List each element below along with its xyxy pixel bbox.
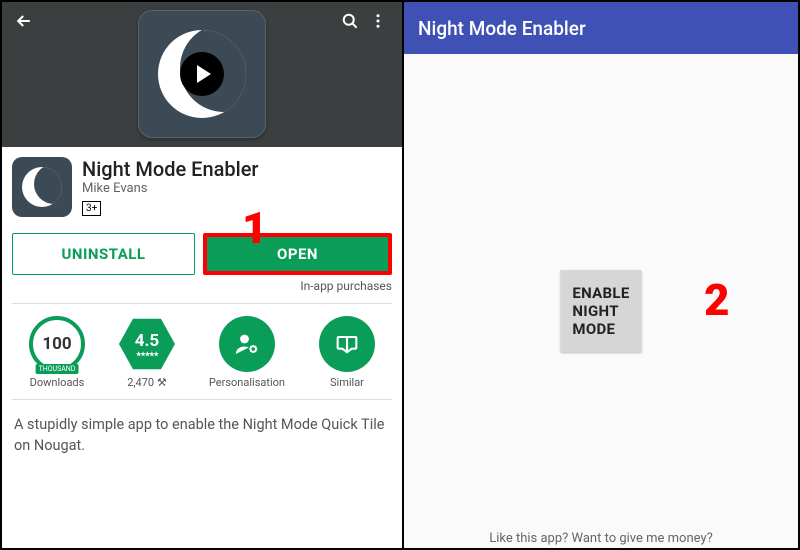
search-icon[interactable] [336, 7, 364, 35]
downloads-unit: THOUSAND [36, 364, 79, 374]
developer-name[interactable]: Mike Evans [82, 181, 259, 196]
divider [12, 399, 392, 400]
appbar: Night Mode Enabler [404, 2, 798, 54]
play-video-icon[interactable] [180, 52, 224, 96]
stat-category[interactable]: Personalisation [209, 316, 285, 389]
stat-rating[interactable]: 4.5 ★★★★★ 2,470 ⚒ [119, 316, 175, 389]
downloads-value: 100 [42, 334, 71, 354]
app-icon-small [12, 157, 72, 217]
downloads-label: Downloads [30, 376, 85, 389]
similar-icon [319, 316, 375, 372]
more-icon[interactable] [364, 7, 392, 35]
open-button[interactable]: OPEN [203, 233, 392, 275]
back-icon[interactable] [12, 9, 36, 33]
app-icon-large[interactable] [138, 10, 266, 138]
annotation-2: 2 [704, 274, 730, 326]
person-gear-icon [219, 316, 275, 372]
hero-banner [2, 2, 402, 147]
appbar-title: Night Mode Enabler [418, 17, 586, 40]
app-description: A stupidly simple app to enable the Nigh… [14, 414, 390, 456]
stat-downloads[interactable]: 100 THOUSAND Downloads [29, 316, 85, 389]
similar-label: Similar [330, 376, 364, 389]
moon-icon [22, 167, 62, 207]
category-label: Personalisation [209, 376, 285, 389]
annotation-1: 1 [242, 202, 268, 254]
rating-stars-icon: ★★★★★ [136, 351, 158, 358]
app-title: Night Mode Enabler [82, 157, 259, 181]
enable-night-mode-button[interactable]: ENABLE NIGHT MODE [560, 270, 641, 352]
age-rating-badge: 3+ [82, 201, 101, 216]
rating-count: 2,470 [127, 376, 154, 389]
stat-similar[interactable]: Similar [319, 316, 375, 389]
iap-label: In-app purchases [12, 279, 392, 293]
rating-value: 4.5 [135, 331, 159, 351]
footer-text: Like this app? Want to give me money? [404, 531, 798, 546]
divider [12, 303, 392, 304]
uninstall-button[interactable]: UNINSTALL [12, 233, 195, 275]
